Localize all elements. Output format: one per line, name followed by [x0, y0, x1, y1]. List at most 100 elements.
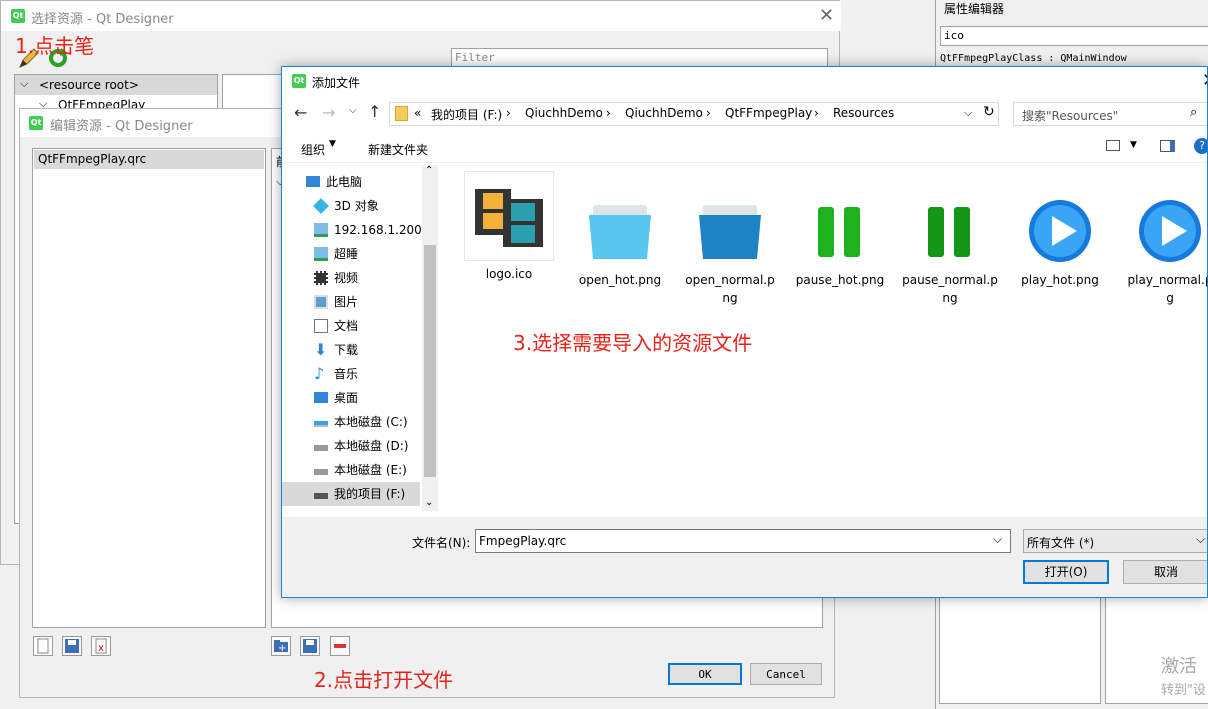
chevron-down-icon[interactable]: ⌵ — [20, 77, 28, 91]
filetype-select[interactable]: 所有文件 (*) ⌵ — [1023, 529, 1207, 553]
file-name: pause_normal.p — [902, 273, 998, 287]
back-arrow-icon[interactable]: ← — [294, 103, 307, 122]
breadcrumb[interactable]: « 我的项目 (F:) › QiuchhDemo › QiuchhDemo › … — [389, 102, 999, 126]
cancel-button[interactable]: 取消 — [1123, 560, 1207, 584]
nav-item-this-pc[interactable]: 此电脑 — [282, 170, 420, 194]
file-name-wrap: ng — [722, 291, 738, 305]
watermark-line-1: 激活 — [1161, 656, 1197, 677]
organize-menu[interactable]: 组织 — [301, 141, 325, 158]
breadcrumb-item[interactable]: QiuchhDemo — [625, 106, 703, 120]
remove-file-icon[interactable]: x — [91, 636, 111, 656]
film-icon — [464, 171, 554, 261]
chevron-down-icon[interactable]: ▼ — [1130, 140, 1137, 150]
new-file-icon[interactable] — [33, 636, 53, 656]
qrc-file-row[interactable]: QtFFmpegPlay.qrc — [34, 150, 264, 169]
nav-item-drive-f[interactable]: 我的项目 (F:) — [282, 482, 420, 506]
nav-item-network-192[interactable]: 192.168.1.200 — [282, 218, 422, 242]
help-icon[interactable]: ? — [1194, 138, 1207, 154]
breadcrumb-separator: › — [814, 106, 819, 120]
computer-icon — [306, 176, 320, 187]
qrc-file-label: QtFFmpegPlay.qrc — [38, 152, 147, 166]
scroll-down-icon[interactable]: ⌄ — [425, 497, 433, 508]
nav-item-3d-objects[interactable]: 3D 对象 — [282, 194, 420, 218]
up-arrow-icon[interactable]: ↑ — [368, 102, 381, 121]
nav-item-chaoshui[interactable]: 超睡 — [282, 242, 420, 266]
filetype-value: 所有文件 (*) — [1027, 536, 1095, 550]
filename-value: FmpegPlay.qrc — [479, 534, 567, 548]
system-drive-icon — [314, 421, 328, 427]
filter-input[interactable]: Filter — [451, 48, 828, 68]
open-button[interactable]: 打开(O) — [1023, 560, 1109, 584]
network-drive-icon — [314, 223, 328, 237]
open-file-icon[interactable]: + — [271, 636, 291, 656]
file-item[interactable]: pause_normal.p ng — [900, 195, 1000, 307]
panel-title: 属性编辑器 — [944, 2, 1005, 16]
recent-dropdown-icon[interactable]: ⌵ — [349, 105, 357, 116]
preview-pane-icon[interactable] — [1160, 140, 1175, 152]
search-icon[interactable]: ⌕ — [1190, 105, 1197, 120]
file-item[interactable]: play_normal.p g — [1120, 195, 1207, 307]
chevron-down-icon[interactable]: ⌵ — [1196, 532, 1205, 547]
pause-hot-icon — [804, 195, 876, 267]
annotation-step-3: 3.选择需要导入的资源文件 — [513, 331, 753, 355]
file-item[interactable]: open_normal.p ng — [680, 195, 780, 307]
new-folder-button[interactable]: 新建文件夹 — [368, 141, 428, 158]
filename-input[interactable]: FmpegPlay.qrc ⌵ — [475, 529, 1011, 553]
navigation-pane[interactable]: 此电脑 3D 对象 192.168.1.200 超睡 视频 图片 文档 ⬇ 下载 — [282, 165, 438, 511]
breadcrumb-separator: › — [706, 106, 711, 120]
breadcrumb-item[interactable]: Resources — [833, 106, 894, 120]
nav-item-drive-d[interactable]: 本地磁盘 (D:) — [282, 434, 420, 458]
nav-item-desktop[interactable]: 桌面 — [282, 386, 420, 410]
file-name: logo.ico — [485, 267, 533, 281]
chevron-down-icon[interactable]: ⌵ — [993, 532, 1002, 547]
documents-folder-icon — [314, 319, 328, 333]
scroll-up-icon[interactable]: ⌃ — [425, 165, 433, 176]
breadcrumb-item[interactable]: 我的项目 (F:) — [431, 106, 502, 123]
nav-item-documents[interactable]: 文档 — [282, 314, 420, 338]
nav-item-videos[interactable]: 视频 — [282, 266, 420, 290]
folder-light-icon — [584, 195, 656, 267]
qrc-file-list[interactable]: QtFFmpegPlay.qrc — [32, 148, 266, 628]
nav-item-drive-c[interactable]: 本地磁盘 (C:) — [282, 410, 420, 434]
property-filter-input[interactable]: ico — [940, 26, 1208, 46]
drive-icon — [314, 469, 328, 475]
dialog-footer: 文件名(N): FmpegPlay.qrc ⌵ 所有文件 (*) ⌵ 打开(O)… — [282, 517, 1207, 597]
window-title: 编辑资源 - Qt Designer — [50, 119, 193, 134]
nav-scrollbar[interactable]: ⌃ ⌄ — [422, 165, 438, 511]
chevron-down-icon[interactable]: ▼ — [329, 139, 336, 149]
file-item[interactable]: logo.ico — [459, 171, 559, 283]
file-item[interactable]: play_hot.png — [1010, 195, 1110, 289]
downloads-folder-icon: ⬇ — [314, 340, 328, 359]
scroll-thumb[interactable] — [424, 245, 436, 477]
close-icon[interactable]: ✕ — [1202, 70, 1207, 91]
remove-icon[interactable] — [330, 636, 350, 656]
folder-icon — [395, 106, 408, 121]
close-icon[interactable]: ✕ — [819, 5, 834, 26]
pictures-folder-icon — [314, 295, 328, 309]
save-icon[interactable] — [300, 636, 320, 656]
breadcrumb-item[interactable]: QtFFmpegPlay — [725, 106, 812, 120]
breadcrumb-item[interactable]: QiuchhDemo — [525, 106, 603, 120]
forward-arrow-icon[interactable]: → — [322, 103, 335, 122]
file-item[interactable]: pause_hot.png — [790, 195, 890, 289]
title-bar: Qt 添加文件 ✕ — [282, 67, 1207, 95]
nav-item-drive-e[interactable]: 本地磁盘 (E:) — [282, 458, 420, 482]
breadcrumb-overflow[interactable]: « — [414, 106, 421, 120]
annotation-step-1: 1.点击笔 — [15, 34, 95, 58]
ok-button[interactable]: OK — [668, 663, 742, 685]
pause-normal-icon — [914, 195, 986, 267]
file-item[interactable]: open_hot.png — [570, 195, 670, 289]
nav-item-pictures[interactable]: 图片 — [282, 290, 420, 314]
cancel-button[interactable]: Cancel — [750, 663, 822, 685]
chevron-down-icon[interactable]: ⌵ — [964, 106, 972, 120]
filter-placeholder: Filter — [455, 51, 495, 64]
tree-root-row[interactable]: ⌵ <resource root> — [15, 75, 217, 95]
nav-item-downloads[interactable]: ⬇ 下载 — [282, 338, 420, 362]
search-input[interactable]: 搜索"Resources" ⌕ — [1013, 102, 1207, 126]
refresh-icon[interactable]: ↻ — [983, 104, 995, 120]
breadcrumb-separator: › — [506, 106, 511, 120]
nav-item-music[interactable]: ♪ 音乐 — [282, 362, 420, 386]
svg-text:x: x — [98, 643, 104, 654]
save-icon[interactable] — [62, 636, 82, 656]
view-options-icon[interactable] — [1106, 140, 1120, 151]
